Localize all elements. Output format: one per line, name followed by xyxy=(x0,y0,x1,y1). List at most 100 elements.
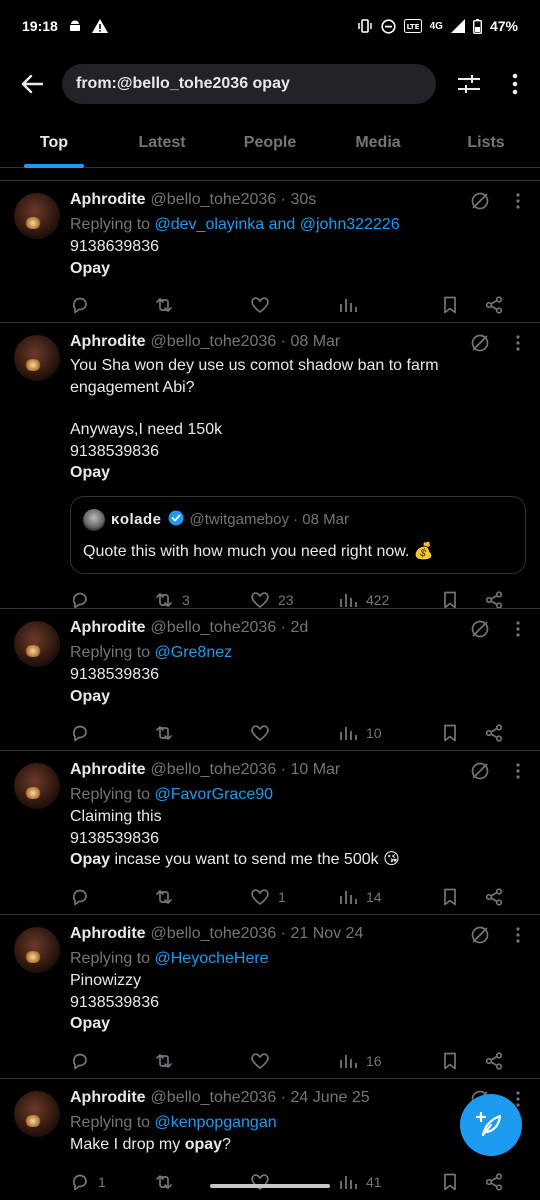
reply-button[interactable]: 1 xyxy=(70,1172,154,1192)
svg-text:LTE: LTE xyxy=(406,23,419,31)
tab-people[interactable]: People xyxy=(216,120,324,167)
author-name[interactable]: Aphrodite xyxy=(70,191,146,209)
bookmark-button[interactable] xyxy=(440,590,484,610)
author-name[interactable]: Aphrodite xyxy=(70,333,146,351)
retweet-button[interactable]: 3 xyxy=(154,590,250,610)
avatar[interactable] xyxy=(14,193,60,239)
grok-icon[interactable] xyxy=(470,619,490,639)
bookmark-button[interactable] xyxy=(440,295,484,315)
like-button[interactable] xyxy=(250,295,338,315)
mention-link[interactable]: @kenpopgangan xyxy=(155,1114,277,1131)
grok-icon[interactable] xyxy=(470,333,490,353)
tweet-line-bold: Opay xyxy=(70,259,111,277)
reply-button[interactable] xyxy=(70,887,154,907)
tweet[interactable]: Aphrodite @bello_tohe2036 · 10 Mar Replyi… xyxy=(0,750,540,914)
avatar[interactable] xyxy=(14,927,60,973)
share-button[interactable] xyxy=(484,1051,504,1071)
views-button[interactable]: 14 xyxy=(338,887,440,907)
avatar[interactable] xyxy=(14,1091,60,1137)
tab-media[interactable]: Media xyxy=(324,120,432,167)
back-arrow-icon[interactable] xyxy=(18,70,46,98)
tweet-more-icon[interactable] xyxy=(510,761,526,781)
tweet-more-icon[interactable] xyxy=(510,333,526,353)
heart-icon xyxy=(251,591,269,608)
views-button[interactable]: 10 xyxy=(338,723,440,743)
verified-badge-icon xyxy=(168,510,184,530)
mention-link[interactable]: @Gre8nez xyxy=(155,644,233,661)
heart-icon xyxy=(251,725,269,741)
views-button[interactable]: 422 xyxy=(338,590,440,610)
tweet[interactable]: Aphrodite @bello_tohe2036 · 24 June 25 Re… xyxy=(0,1078,540,1200)
share-icon xyxy=(485,1051,503,1070)
reply-button[interactable] xyxy=(70,590,154,610)
retweet-button[interactable] xyxy=(154,1172,250,1192)
author-name[interactable]: Aphrodite xyxy=(70,925,146,943)
more-options-icon[interactable] xyxy=(503,70,527,98)
reply-button[interactable] xyxy=(70,295,154,315)
bookmark-button[interactable] xyxy=(440,887,484,907)
like-button[interactable] xyxy=(250,723,338,743)
views-button[interactable]: 16 xyxy=(338,1051,440,1071)
like-button[interactable] xyxy=(250,1172,338,1192)
like-button[interactable] xyxy=(250,1051,338,1071)
search-filter-icon[interactable] xyxy=(455,70,483,98)
grok-icon[interactable] xyxy=(470,761,490,781)
retweet-button[interactable] xyxy=(154,723,250,743)
tweet-text: You Sha won dey use us comot shadow ban … xyxy=(70,357,439,396)
tweet-more-icon[interactable] xyxy=(510,191,526,211)
bookmark-icon xyxy=(444,1052,456,1069)
share-button[interactable] xyxy=(484,590,504,610)
mention-link[interactable]: @HeyocheHere xyxy=(155,950,269,967)
views-button[interactable]: 41 xyxy=(338,1172,440,1192)
tweet[interactable]: Aphrodite @bello_tohe2036 · 08 Mar You Sh… xyxy=(0,322,540,610)
grok-icon[interactable] xyxy=(470,191,490,211)
tab-top[interactable]: Top xyxy=(0,120,108,168)
bookmark-button[interactable] xyxy=(440,723,484,743)
search-input[interactable]: from:@bello_tohe2036 opay xyxy=(62,64,436,104)
tab-latest[interactable]: Latest xyxy=(108,120,216,167)
tweet-line-bold: Opay xyxy=(70,1015,111,1032)
search-results-feed: Aphrodite @bello_tohe2036 · 30s Replying … xyxy=(0,180,540,1200)
share-button[interactable] xyxy=(484,295,504,315)
reply-button[interactable] xyxy=(70,1051,154,1071)
like-button[interactable]: 23 xyxy=(250,590,338,610)
quoted-tweet[interactable]: ĸolade @twitgameboy · 08 Mar Quote this … xyxy=(70,495,526,574)
quoted-author-handle: @twitgameboy · 08 Mar xyxy=(189,511,349,528)
share-button[interactable] xyxy=(484,723,504,743)
grok-icon[interactable] xyxy=(470,925,490,945)
bookmark-icon xyxy=(444,1173,456,1190)
author-name[interactable]: Aphrodite xyxy=(70,1089,146,1107)
bookmark-icon xyxy=(444,591,456,608)
tweet[interactable]: Aphrodite @bello_tohe2036 · 30s Replying … xyxy=(0,180,540,322)
bookmark-button[interactable] xyxy=(440,1172,484,1192)
tweet[interactable]: Aphrodite @bello_tohe2036 · 2d Replying t… xyxy=(0,608,540,750)
active-tab-indicator xyxy=(24,164,84,168)
retweet-button[interactable] xyxy=(154,887,250,907)
avatar[interactable] xyxy=(14,335,60,381)
mention-link[interactable]: @FavorGrace90 xyxy=(155,786,274,803)
avatar[interactable] xyxy=(14,763,60,809)
retweet-button[interactable] xyxy=(154,1051,250,1071)
retweet-button[interactable] xyxy=(154,295,250,315)
reply-button[interactable] xyxy=(70,723,154,743)
gesture-nav-bar[interactable] xyxy=(210,1184,330,1188)
tweet-more-icon[interactable] xyxy=(510,925,526,945)
view-count: 16 xyxy=(366,1052,382,1069)
share-button[interactable] xyxy=(484,1172,504,1192)
like-count: 23 xyxy=(278,591,294,608)
tweet-line: Anyways,I need 150k xyxy=(70,421,223,438)
share-button[interactable] xyxy=(484,887,504,907)
author-name[interactable]: Aphrodite xyxy=(70,761,146,779)
like-button[interactable]: 1 xyxy=(250,887,338,907)
views-button[interactable] xyxy=(338,295,440,315)
bookmark-button[interactable] xyxy=(440,1051,484,1071)
tab-lists[interactable]: Lists xyxy=(432,120,540,167)
tweet-line: Claiming this xyxy=(70,808,162,825)
mention-link[interactable]: @dev_olayinka and @john322226 xyxy=(155,216,400,233)
tweet-more-icon[interactable] xyxy=(510,619,526,639)
tweet[interactable]: Aphrodite @bello_tohe2036 · 21 Nov 24 Rep… xyxy=(0,914,540,1078)
compose-post-button[interactable] xyxy=(460,1094,522,1156)
avatar[interactable] xyxy=(14,621,60,667)
author-name[interactable]: Aphrodite xyxy=(70,619,146,637)
share-icon xyxy=(485,724,503,742)
